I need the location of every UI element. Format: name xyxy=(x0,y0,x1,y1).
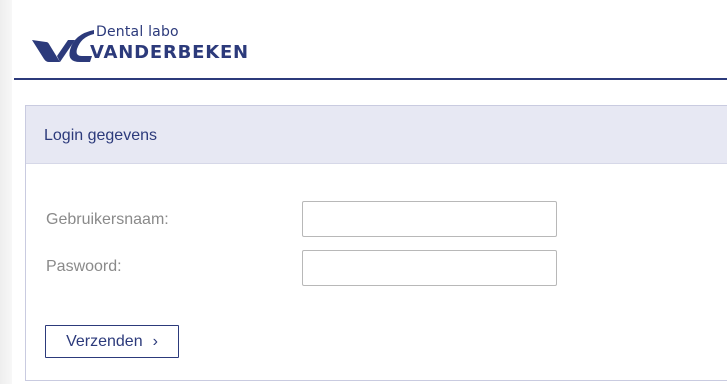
login-panel: Login gegevens Gebruikersnaam: Paswoord:… xyxy=(25,105,727,381)
vg-logo-mark-icon xyxy=(32,30,94,62)
header: Dental labo VANDERBEKEN xyxy=(30,22,290,70)
login-page: Dental labo VANDERBEKEN Login gegevens G… xyxy=(0,0,727,384)
password-label: Paswoord: xyxy=(46,258,122,275)
header-divider xyxy=(14,78,727,80)
logo-text-line1: Dental labo xyxy=(96,24,179,40)
login-panel-header: Login gegevens xyxy=(26,106,727,164)
username-label: Gebruikersnaam: xyxy=(46,211,169,228)
username-input[interactable] xyxy=(302,201,557,237)
chevron-right-icon: › xyxy=(152,332,158,350)
submit-button-label: Verzenden xyxy=(66,332,143,350)
left-shadow xyxy=(0,0,12,384)
logo-text-line2: VANDERBEKEN xyxy=(90,42,249,63)
password-input[interactable] xyxy=(302,250,557,286)
login-panel-title: Login gegevens xyxy=(44,127,157,144)
submit-button[interactable]: Verzenden › xyxy=(45,325,179,358)
